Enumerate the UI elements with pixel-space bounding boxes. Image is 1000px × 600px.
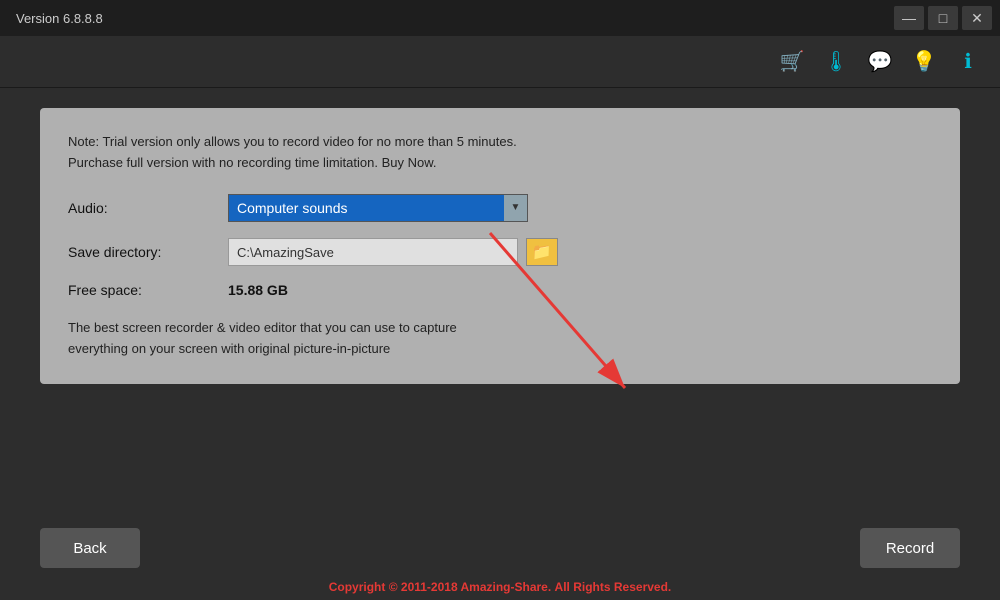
record-button[interactable]: Record (860, 528, 960, 568)
description: The best screen recorder & video editor … (68, 318, 932, 360)
trial-notice: Note: Trial version only allows you to r… (68, 132, 932, 174)
browse-folder-button[interactable]: 📁 (526, 238, 558, 266)
audio-control: Computer sounds Microphone No audio Ster… (228, 194, 932, 222)
back-button[interactable]: Back (40, 528, 140, 568)
freespace-label: Free space: (68, 282, 228, 298)
copyright: Copyright © 2011-2018 Amazing-Share. All… (329, 580, 672, 594)
bulb-icon[interactable]: 💡 (908, 46, 940, 78)
bottom-bar: Back Record Copyright © 2011-2018 Amazin… (0, 510, 1000, 600)
save-dir-control: 📁 (228, 238, 932, 267)
settings-card: Note: Trial version only allows you to r… (40, 108, 960, 384)
bottom-buttons: Back Record (0, 528, 1000, 568)
audio-dropdown-wrapper: Computer sounds Microphone No audio Ster… (228, 194, 528, 222)
freespace-row: Free space: 15.88 GB (68, 282, 932, 298)
cart-icon[interactable]: 🛒 (776, 46, 808, 78)
toolbar: 🛒 🌡 💬 💡 ℹ (0, 36, 1000, 88)
audio-row: Audio: Computer sounds Microphone No aud… (68, 194, 932, 222)
save-dir-row: Save directory: 📁 (68, 238, 932, 267)
main-content: Note: Trial version only allows you to r… (0, 88, 1000, 424)
speech-icon[interactable]: 💬 (864, 46, 896, 78)
titlebar: Version 6.8.8.8 — □ ✕ (0, 0, 1000, 36)
version-label: Version 6.8.8.8 (16, 11, 103, 26)
highlight-all: All (555, 580, 570, 594)
save-dir-input[interactable] (228, 238, 518, 266)
info-icon[interactable]: ℹ (952, 46, 984, 78)
thermometer-icon[interactable]: 🌡 (820, 46, 852, 78)
freespace-value: 15.88 GB (228, 282, 288, 298)
audio-dropdown[interactable]: Computer sounds Microphone No audio Ster… (228, 194, 528, 222)
close-button[interactable]: ✕ (962, 6, 992, 30)
minimize-button[interactable]: — (894, 6, 924, 30)
save-dir-label: Save directory: (68, 244, 228, 260)
audio-label: Audio: (68, 200, 228, 216)
maximize-button[interactable]: □ (928, 6, 958, 30)
